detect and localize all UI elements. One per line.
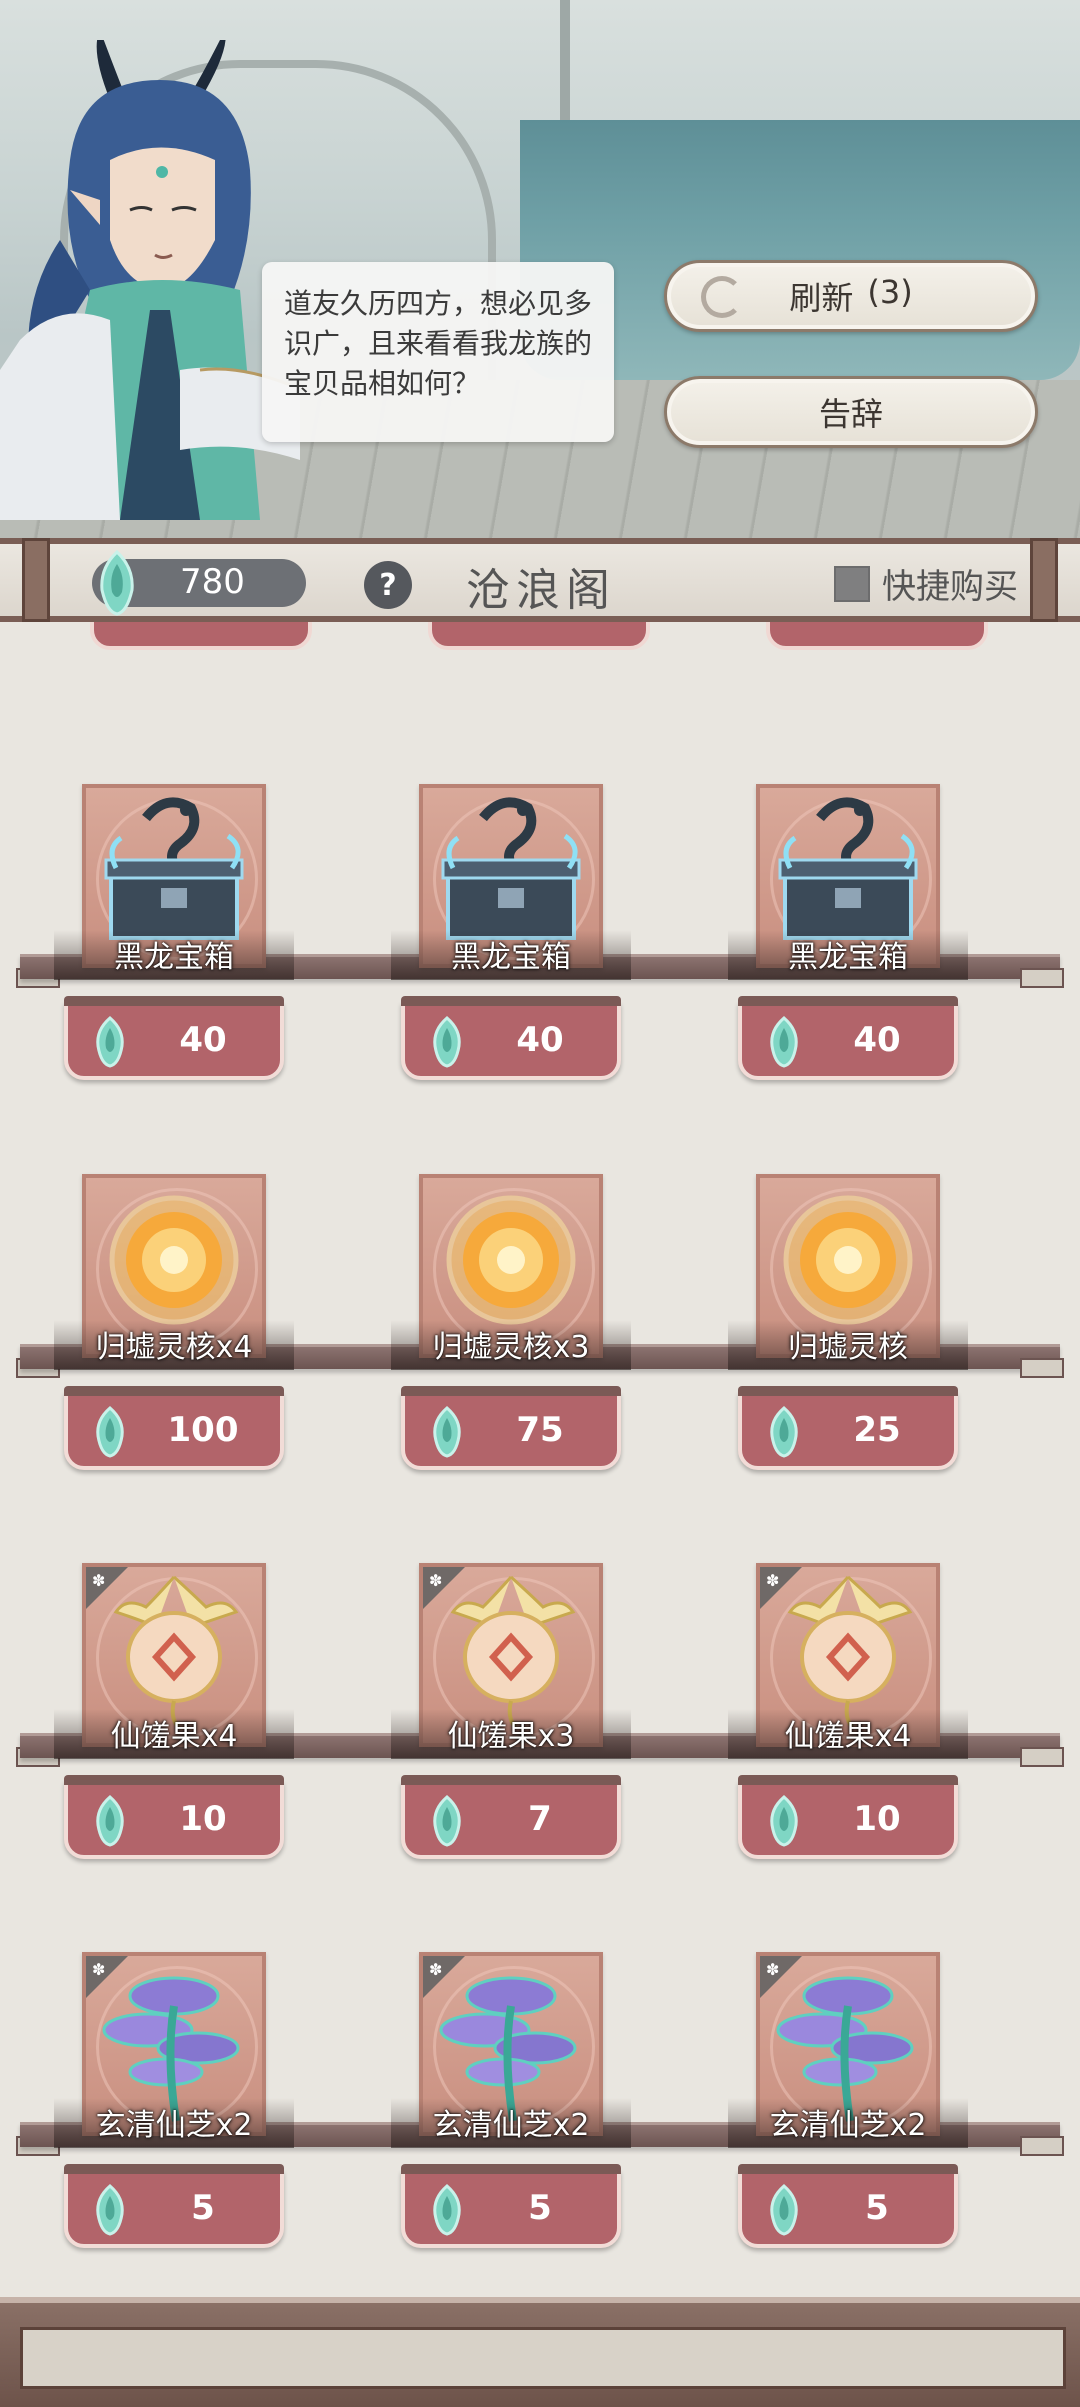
shop-item[interactable]: ✽ 玄清仙芝x2 5 — [391, 1952, 631, 2252]
dialog-text: 道友久历四方，想必见多识广，且来看看我龙族的宝贝品相如何？ — [284, 287, 593, 400]
jade-gem-icon — [96, 1795, 124, 1847]
item-price: 25 — [853, 1410, 901, 1450]
shop-header: 780 ? 沧浪阁 快捷购买 — [0, 538, 1080, 622]
frame-post-right — [1030, 538, 1058, 622]
jade-gem-icon — [100, 550, 134, 616]
shop-item[interactable]: ✽ 玄清仙芝x2 5 — [54, 1952, 294, 2252]
item-price: 5 — [865, 2188, 889, 2228]
price-tag[interactable]: 5 — [401, 2164, 621, 2248]
shelf-end — [1020, 1747, 1064, 1767]
npc-scene: 道友久历四方，想必见多识广，且来看看我龙族的宝贝品相如何？ 刷新 (3) 告辞 — [0, 0, 1080, 560]
shelf-end — [1020, 1358, 1064, 1378]
item-price: 40 — [516, 1020, 564, 1060]
jade-gem-icon — [770, 1016, 798, 1068]
shop-item[interactable]: 归墟灵核x4 100 — [54, 1174, 294, 1474]
item-name: 玄清仙芝x2 — [432, 2108, 590, 2143]
price-tag[interactable]: 7 — [401, 1775, 621, 1859]
help-button[interactable]: ? — [364, 561, 412, 609]
leaf-icon: ✽ — [766, 1571, 780, 1590]
quick-buy-label: 快捷购买 — [882, 567, 1018, 607]
item-price: 75 — [516, 1410, 564, 1450]
jade-gem-icon — [433, 1795, 461, 1847]
item-price: 10 — [179, 1799, 227, 1839]
jade-gem-icon — [770, 1795, 798, 1847]
shop-item-list[interactable]: 黑龙宝箱 40 黑龙宝箱 40 黑龙宝箱 40 归墟灵核x4 100 归墟灵核x3 75 归墟灵核 2… — [0, 622, 1080, 2297]
price-tag[interactable]: 40 — [401, 996, 621, 1080]
price-tag[interactable]: 40 — [738, 996, 958, 1080]
shop-title: 沧浪阁 — [466, 565, 616, 616]
bottom-frame — [0, 2297, 1080, 2407]
shop-item[interactable]: 黑龙宝箱 40 — [728, 784, 968, 1084]
item-price: 40 — [853, 1020, 901, 1060]
shop-item[interactable]: 黑龙宝箱 40 — [391, 784, 631, 1084]
price-tag[interactable]: 75 — [401, 1386, 621, 1470]
leaf-icon: ✽ — [429, 1960, 443, 1979]
frame-post-left — [22, 538, 50, 622]
shop-item[interactable]: ✽ 仙馐果x4 10 — [54, 1563, 294, 1863]
item-price: 5 — [528, 2188, 552, 2228]
help-icon: ? — [379, 567, 397, 603]
item-price: 100 — [167, 1410, 239, 1450]
jade-gem-icon — [433, 1406, 461, 1458]
partial-price-tag — [90, 622, 312, 650]
item-price: 10 — [853, 1799, 901, 1839]
partial-price-tag — [428, 622, 650, 650]
quick-buy-toggle[interactable]: 快捷购买 — [834, 559, 1018, 608]
refresh-label: 刷新 — [789, 279, 854, 317]
item-price: 7 — [528, 1799, 552, 1839]
shop-item[interactable]: 归墟灵核x3 75 — [391, 1174, 631, 1474]
item-name: 黑龙宝箱 — [114, 940, 234, 975]
item-name: 仙馐果x3 — [447, 1719, 575, 1754]
shop-item[interactable]: 黑龙宝箱 40 — [54, 784, 294, 1084]
item-name: 归墟灵核x4 — [95, 1330, 253, 1365]
price-tag[interactable]: 5 — [64, 2164, 284, 2248]
jade-gem-icon — [770, 1406, 798, 1458]
shop-item[interactable]: 归墟灵核 25 — [728, 1174, 968, 1474]
leaf-icon: ✽ — [92, 1571, 106, 1590]
jade-gem-icon — [96, 1016, 124, 1068]
shop-item[interactable]: ✽ 仙馐果x4 10 — [728, 1563, 968, 1863]
quick-buy-checkbox[interactable] — [834, 565, 870, 602]
jade-gem-icon — [433, 2184, 461, 2236]
item-name: 黑龙宝箱 — [451, 940, 571, 975]
price-tag[interactable]: 5 — [738, 2164, 958, 2248]
item-name: 玄清仙芝x2 — [769, 2108, 927, 2143]
refresh-icon — [701, 276, 743, 318]
jade-gem-icon — [770, 2184, 798, 2236]
leave-button[interactable]: 告辞 — [664, 376, 1038, 448]
jade-gem-icon — [433, 1016, 461, 1068]
shop-item[interactable]: ✽ 仙馐果x3 7 — [391, 1563, 631, 1863]
item-name: 仙馐果x4 — [784, 1719, 912, 1754]
refresh-count: (3) — [867, 273, 913, 311]
leaf-icon: ✽ — [92, 1960, 106, 1979]
npc-dialog: 道友久历四方，想必见多识广，且来看看我龙族的宝贝品相如何？ — [262, 262, 614, 442]
price-tag[interactable]: 40 — [64, 996, 284, 1080]
item-name: 玄清仙芝x2 — [95, 2108, 253, 2143]
price-tag[interactable]: 10 — [64, 1775, 284, 1859]
jade-gem-icon — [96, 2184, 124, 2236]
partial-price-tag — [766, 622, 988, 650]
jade-gem-icon — [96, 1406, 124, 1458]
item-name: 仙馐果x4 — [110, 1719, 238, 1754]
item-name: 黑龙宝箱 — [788, 940, 908, 975]
leaf-icon: ✽ — [766, 1960, 780, 1979]
price-tag[interactable]: 10 — [738, 1775, 958, 1859]
price-tag[interactable]: 25 — [738, 1386, 958, 1470]
price-tag[interactable]: 100 — [64, 1386, 284, 1470]
shelf-end — [1020, 968, 1064, 988]
shelf-end — [1020, 2136, 1064, 2156]
refresh-button[interactable]: 刷新 (3) — [664, 260, 1038, 332]
shop-item[interactable]: ✽ 玄清仙芝x2 5 — [728, 1952, 968, 2252]
item-price: 5 — [191, 2188, 215, 2228]
item-name: 归墟灵核x3 — [432, 1330, 590, 1365]
item-name: 归墟灵核 — [788, 1330, 908, 1365]
currency-value: 780 — [180, 562, 245, 602]
item-price: 40 — [179, 1020, 227, 1060]
leave-label: 告辞 — [818, 395, 883, 433]
leaf-icon: ✽ — [429, 1571, 443, 1590]
